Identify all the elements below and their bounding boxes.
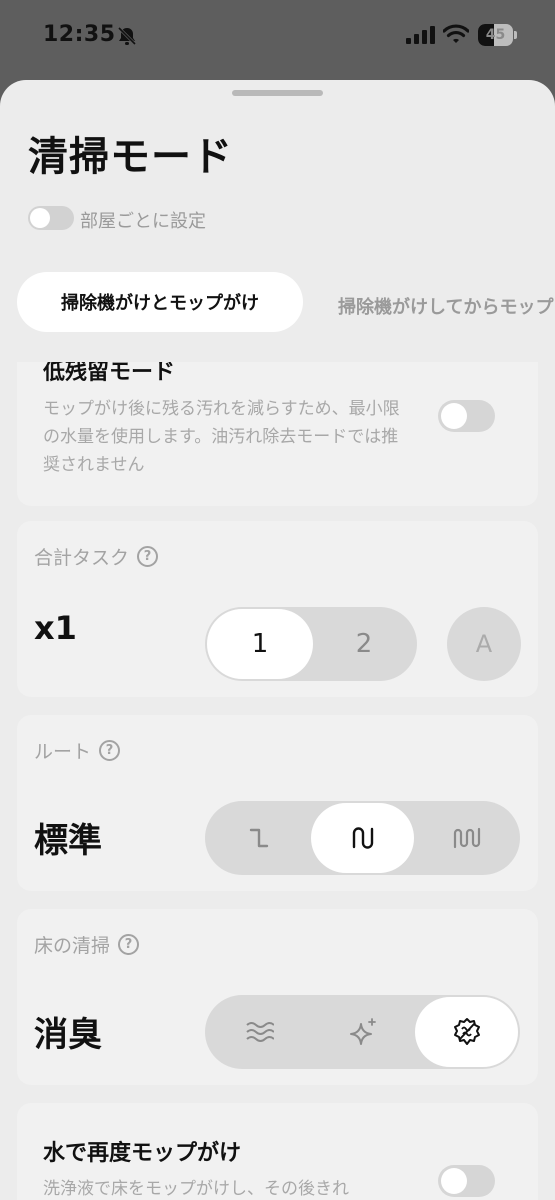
page-title: 清掃モード [28,134,233,180]
status-time: 12:35 [43,22,116,47]
total-tasks-label-row: 合計タスク ? [34,543,159,570]
help-icon[interactable]: ? [99,740,121,761]
route-card: ルート ? 標準 [17,715,538,891]
standard-route-icon[interactable] [311,803,414,873]
low-residue-description: モップがけ後に残る汚れを減らすため、最小限の水量を使用します。油汚れ除去モードで… [43,399,400,475]
low-residue-card: 低残留モード モップがけ後に残る汚れを減らすため、最小限の水量を使用します。油汚… [17,362,538,506]
floor-cleaning-label-row: 床の清掃 ? [34,931,140,958]
muted-bell-icon [117,26,137,46]
route-label-row: ルート ? [34,737,121,764]
route-label: ルート [34,741,92,763]
total-tasks-label: 合計タスク [34,547,130,569]
re-mop-toggle[interactable] [438,1165,495,1197]
wave-icon[interactable] [207,997,310,1067]
total-tasks-card: 合計タスク ? x1 1 2 A [17,521,538,697]
room-setting-toggle[interactable] [28,206,74,230]
route-selector [205,801,520,875]
auto-task-button[interactable]: A [447,607,521,681]
quick-route-icon[interactable] [207,803,310,873]
re-mop-title: 水で再度モップがけ [43,1141,242,1166]
floor-cleaning-selector [205,995,520,1069]
cleaning-mode-sheet: 清掃モード 部屋ごとに設定 掃除機がけとモップがけ 掃除機がけしてからモップ 低… [0,80,555,1200]
low-residue-title: 低残留モード [43,362,176,385]
sheet-grabber[interactable] [232,90,323,96]
task-count-option-2[interactable]: 2 [313,609,415,679]
task-count-option-1[interactable]: 1 [207,609,313,679]
low-residue-toggle[interactable] [438,400,495,432]
route-value: 標準 [34,821,102,861]
settings-list: 低残留モード モップがけ後に残る汚れを減らすため、最小限の水量を使用します。油汚… [0,362,555,1200]
task-count-selector: 1 2 [205,607,417,681]
sparkle-icon[interactable] [311,997,414,1067]
help-icon[interactable]: ? [118,934,140,955]
battery-indicator: 45 [478,24,518,46]
tab-vacuum-and-mop[interactable]: 掃除機がけとモップがけ [17,272,303,332]
deep-route-icon[interactable] [415,803,518,873]
re-mop-card: 水で再度モップがけ 洗浄液で床をモップがけし、その後きれ [17,1103,538,1200]
status-bar: 12:35 45 [0,0,555,78]
battery-percent: 45 [485,27,506,43]
floor-cleaning-card: 床の清掃 ? 消臭 [17,909,538,1085]
floor-cleaning-value: 消臭 [34,1015,102,1055]
total-tasks-value: x1 [34,609,77,647]
tab-vacuum-then-mop[interactable]: 掃除機がけしてからモップ [338,293,553,319]
re-mop-description: 洗浄液で床をモップがけし、その後きれ [43,1179,349,1199]
wifi-icon [443,24,469,43]
help-icon[interactable]: ? [137,546,159,567]
cellular-signal-icon [406,26,435,44]
room-setting-label: 部屋ごとに設定 [80,211,206,232]
deodorize-icon[interactable] [415,997,518,1067]
floor-cleaning-label: 床の清掃 [34,935,111,957]
